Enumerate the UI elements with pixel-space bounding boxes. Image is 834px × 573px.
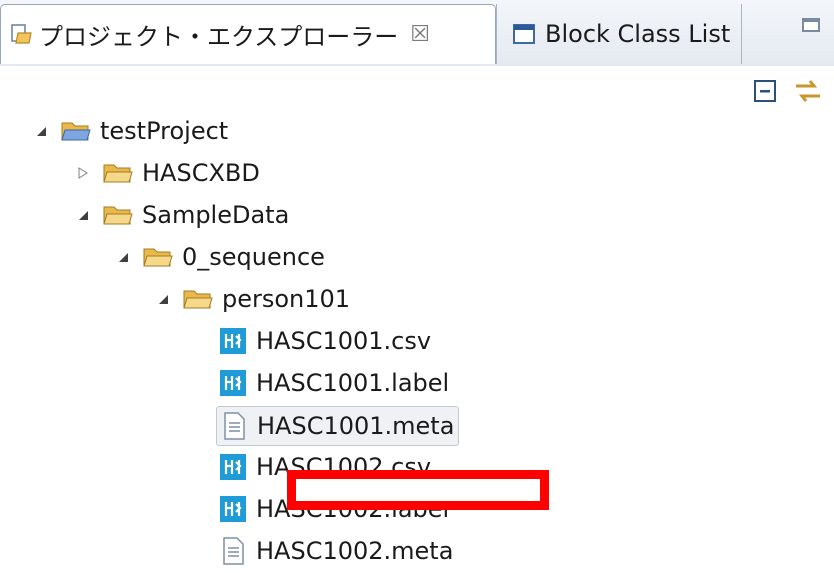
tab-project-explorer[interactable]: プロジェクト・エクスプローラー ☒ bbox=[0, 4, 496, 64]
red-annotation-box bbox=[287, 470, 549, 510]
tree-item-file-selected[interactable]: HASC1001.meta bbox=[216, 406, 460, 446]
tab-block-class-list[interactable]: Block Class List bbox=[496, 4, 742, 64]
tree-item-folder[interactable]: HASCXBD bbox=[76, 154, 260, 192]
tree-item-label: person101 bbox=[222, 285, 351, 313]
expanded-arrow-icon[interactable] bbox=[76, 208, 90, 222]
link-with-editor-icon[interactable] bbox=[792, 76, 824, 106]
tree-item-label: testProject bbox=[100, 117, 229, 145]
text-file-icon bbox=[224, 412, 245, 440]
hasc-file-icon bbox=[220, 454, 246, 480]
tree-item-folder[interactable]: person101 bbox=[156, 280, 350, 318]
tree-item-file[interactable]: HASC1001.csv bbox=[218, 322, 431, 360]
tree-item-file[interactable]: HASC1001.label bbox=[218, 364, 449, 402]
project-folder-icon bbox=[61, 122, 91, 141]
tree-item-label: HASC1001.csv bbox=[256, 327, 432, 355]
tree-item-label: 0_sequence bbox=[182, 243, 325, 271]
tab-label: Block Class List bbox=[545, 20, 731, 48]
open-folder-icon bbox=[183, 290, 213, 309]
tree-item-folder[interactable]: SampleData bbox=[76, 196, 289, 234]
tree-item-label: HASC1002.meta bbox=[256, 537, 454, 565]
expanded-arrow-icon[interactable] bbox=[34, 124, 48, 138]
open-folder-icon bbox=[143, 248, 173, 267]
open-folder-icon bbox=[103, 206, 133, 225]
close-tab-icon[interactable]: ☒ bbox=[410, 22, 430, 47]
minimize-view-icon[interactable] bbox=[802, 18, 820, 32]
hasc-file-icon bbox=[220, 496, 246, 522]
tree-item-label: HASC1001.label bbox=[256, 369, 450, 397]
window-icon bbox=[511, 21, 537, 47]
view-tab-bar: プロジェクト・エクスプローラー ☒ Block Class List bbox=[0, 0, 834, 67]
hasc-file-icon bbox=[220, 328, 246, 354]
tree-item-folder[interactable]: 0_sequence bbox=[116, 238, 325, 276]
expanded-arrow-icon[interactable] bbox=[156, 292, 170, 306]
tree-item-label: HASC1001.meta bbox=[257, 412, 455, 440]
tree-item-file[interactable]: HASC1002.meta bbox=[218, 532, 453, 570]
text-file-icon bbox=[223, 537, 244, 565]
tree-item-label: SampleData bbox=[142, 201, 290, 229]
tree-item-project[interactable]: testProject bbox=[34, 112, 228, 150]
hasc-file-icon bbox=[220, 370, 246, 396]
tab-label: プロジェクト・エクスプローラー bbox=[39, 23, 399, 51]
expanded-arrow-icon[interactable] bbox=[116, 250, 130, 264]
folder-icon bbox=[103, 164, 133, 183]
collapsed-arrow-icon[interactable] bbox=[76, 166, 90, 180]
view-toolbar bbox=[0, 66, 834, 112]
tree-item-label: HASCXBD bbox=[142, 159, 260, 187]
project-explorer-icon bbox=[9, 22, 35, 48]
collapse-all-icon[interactable] bbox=[752, 78, 778, 104]
